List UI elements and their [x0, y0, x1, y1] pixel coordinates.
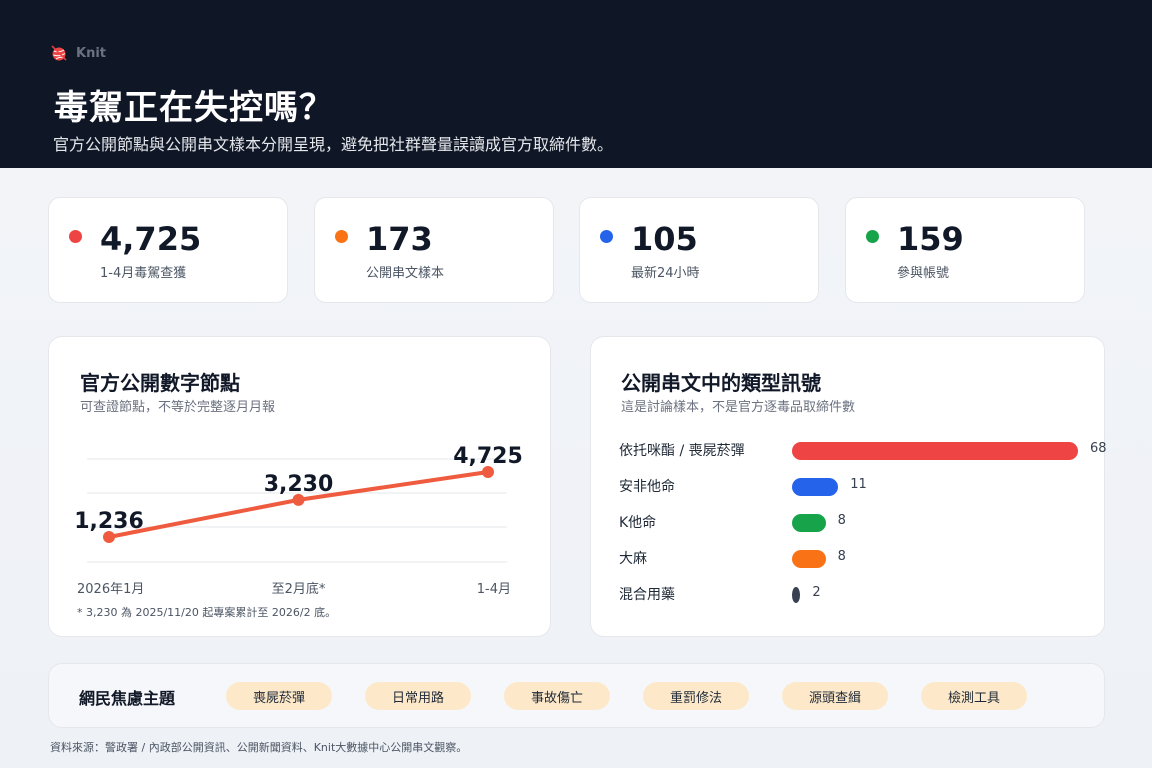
- data-source: 資料來源：警政署 / 內政部公開資訊、公開新聞資料、Knit大數據中心公開串文觀…: [50, 741, 468, 754]
- topics-panel: 網民焦慮主題 喪屍菸彈 日常用路 事故傷亡 重罰修法 源頭查緝 檢測工具: [48, 663, 1105, 728]
- line-chart: 1,236 2026年1月 3,230 至2月底* 4,725 1-4月: [74, 444, 523, 597]
- bar-category-label: 大麻: [619, 551, 647, 567]
- kpi-value: 159: [897, 220, 964, 258]
- kpi-value: 105: [631, 220, 698, 258]
- page-title: 毒駕正在失控嗎？: [54, 88, 334, 128]
- kpi-dot: [335, 230, 348, 243]
- kpi-label: 1-4月毒駕查獲: [100, 266, 187, 281]
- bar-value-label: 8: [837, 549, 846, 564]
- bar-value-label: 11: [850, 477, 867, 492]
- topic-chip[interactable]: 源頭查緝: [782, 682, 888, 710]
- kpi-dot: [866, 230, 879, 243]
- kpi-card-24h: 105 最新24小時: [579, 197, 819, 303]
- topics-title: 網民焦慮主題: [79, 689, 176, 708]
- header: Knit 毒駕正在失控嗎？ 官方公開節點與公開串文樣本分開呈現，避免把社群聲量誤…: [0, 0, 1152, 168]
- bar: [792, 442, 1078, 460]
- bar-value-label: 2: [812, 585, 821, 600]
- topic-chip[interactable]: 喪屍菸彈: [226, 682, 332, 710]
- bar-panel-title: 公開串文中的類型訊號: [621, 371, 821, 395]
- kpi-label: 最新24小時: [631, 266, 700, 281]
- bar-category-label: 混合用藥: [619, 587, 675, 603]
- bar-chart-panel: 公開串文中的類型訊號 這是討論樣本，不是官方逐毒品取締件數 依托咪酯 / 喪屍菸…: [590, 336, 1107, 637]
- bar-panel-subtitle: 這是討論樣本，不是官方逐毒品取締件數: [621, 400, 856, 415]
- bar-value-label: 68: [1090, 441, 1107, 456]
- bar: [792, 587, 801, 603]
- kpi-label: 公開串文樣本: [366, 266, 445, 281]
- topic-chip[interactable]: 事故傷亡: [504, 682, 610, 710]
- x-tick-label: 1-4月: [477, 582, 511, 597]
- topic-chip[interactable]: 檢測工具: [921, 682, 1027, 710]
- x-tick-label: 2026年1月: [77, 582, 144, 597]
- line-chart-panel: 官方公開數字節點 可查證節點，不等於完整逐月月報 1,236 2026年1月 3,2…: [48, 336, 551, 637]
- kpi-value: 173: [366, 220, 433, 258]
- data-label: 4,725: [453, 444, 523, 469]
- kpi-value: 4,725: [100, 220, 202, 258]
- topic-chip[interactable]: 重罰修法: [643, 682, 749, 710]
- kpi-label: 參與帳號: [897, 266, 950, 281]
- kpi-card-accounts: 159 參與帳號: [845, 197, 1085, 303]
- bar: [792, 478, 839, 496]
- yarn-ball-icon: [51, 45, 67, 61]
- kpi-card-posts: 173 公開串文樣本: [314, 197, 554, 303]
- bar: [792, 514, 826, 532]
- kpi-dot: [600, 230, 613, 243]
- bar: [792, 550, 826, 568]
- bar-category-label: 依托咪酯 / 喪屍菸彈: [619, 443, 745, 459]
- topic-chip[interactable]: 日常用路: [365, 682, 471, 710]
- brand-name: Knit: [76, 45, 106, 61]
- x-tick-label: 至2月底*: [272, 581, 326, 597]
- brand: Knit: [50, 44, 106, 62]
- line-footnote: * 3,230 為 2025/11/20 起專案累計至 2026/2 底。: [77, 606, 337, 619]
- data-label: 1,236: [74, 509, 144, 534]
- page-subtitle: 官方公開節點與公開串文樣本分開呈現，避免把社群聲量誤讀成官方取締件數。: [53, 135, 614, 154]
- bar-category-label: 安非他命: [619, 479, 675, 495]
- data-label: 3,230: [264, 472, 334, 497]
- kpi-dot: [69, 230, 82, 243]
- bar-value-label: 8: [837, 513, 846, 528]
- bar-category-label: K他命: [619, 515, 657, 531]
- kpi-card-arrests: 4,725 1-4月毒駕查獲: [48, 197, 288, 303]
